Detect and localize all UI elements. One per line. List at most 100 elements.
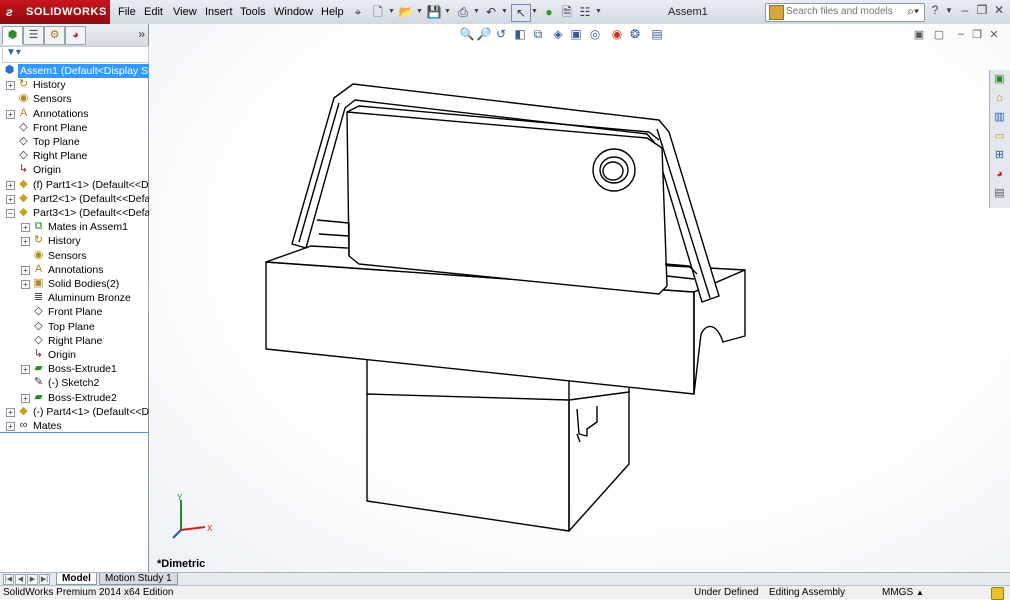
search-scope-icon[interactable] xyxy=(769,5,784,20)
units-dropdown-icon[interactable]: ▲ xyxy=(916,586,924,599)
file-explorer-icon[interactable]: ▭ xyxy=(992,129,1007,144)
new-document-icon[interactable]: 🗋 xyxy=(369,4,387,20)
file-properties-icon[interactable]: 🗎 xyxy=(558,4,576,20)
expand-icon[interactable]: + xyxy=(6,180,15,190)
select-pointer-icon[interactable]: ↖ xyxy=(511,4,531,22)
rebuild-status-icon[interactable] xyxy=(991,587,1004,600)
extrude-icon: ▰ xyxy=(34,362,43,375)
last-tab-icon[interactable]: ▶| xyxy=(39,574,50,585)
reference-triad: Y X xyxy=(172,494,213,539)
tree-item-label: Right Plane xyxy=(48,334,103,347)
expand-icon[interactable]: + xyxy=(21,280,30,289)
restore-icon[interactable]: ❐ xyxy=(975,3,989,17)
open-folder-icon[interactable]: 📂 xyxy=(397,4,415,20)
expand-icon[interactable]: + xyxy=(6,109,15,119)
expand-icon[interactable]: + xyxy=(21,223,30,233)
expand-icon[interactable]: + xyxy=(21,237,30,247)
open-dropdown-icon[interactable]: ▼ xyxy=(415,4,424,20)
expand-icon[interactable]: + xyxy=(21,265,30,275)
task-pane-tabs: ▣ ⌂ ▥ ▭ ⊞ ◕ ▤ xyxy=(989,70,1010,208)
solidworks-logo[interactable]: ƨ SOLIDWORKS xyxy=(0,0,110,24)
home-icon[interactable]: ⌂ xyxy=(992,91,1007,106)
tree-item-label: Sensors xyxy=(33,93,72,106)
expand-panel-icon[interactable]: » xyxy=(138,27,145,41)
assembly-model-view[interactable] xyxy=(149,24,1010,572)
save-dropdown-icon[interactable]: ▼ xyxy=(443,4,452,20)
tree-divider xyxy=(0,432,148,433)
menu-view[interactable]: View xyxy=(173,6,197,18)
tree-item-label: Part3<1> (Default<<Default xyxy=(33,207,162,219)
definition-status: Under Defined xyxy=(694,587,759,598)
undo-icon[interactable]: ↶ xyxy=(482,4,500,20)
feature-manager-tab-icon[interactable]: ⬢ xyxy=(2,26,23,45)
menu-edit[interactable]: Edit xyxy=(144,6,163,18)
expand-icon[interactable]: + xyxy=(6,194,15,204)
expand-icon[interactable]: + xyxy=(6,422,15,431)
filter-icon[interactable]: ▼▾ xyxy=(6,47,21,58)
options-icon[interactable]: ☷ xyxy=(576,4,594,20)
edition-text: SolidWorks Premium 2014 x64 Edition xyxy=(3,587,174,598)
tree-item-label: Top Plane xyxy=(48,320,95,333)
menu-insert[interactable]: Insert xyxy=(205,6,233,18)
editing-mode: Editing Assembly xyxy=(769,587,846,598)
assembly-icon: ⬢ xyxy=(4,64,15,76)
appearances-icon[interactable]: ◕ xyxy=(992,167,1007,182)
feature-tree: ⬢ Assem1 (Default<Display State + ↻ History ◉… xyxy=(0,64,168,432)
inner-plate xyxy=(316,105,698,295)
expand-icon[interactable]: + xyxy=(21,365,30,375)
plane-icon: ◇ xyxy=(19,135,28,147)
prev-tab-icon[interactable]: ◀ xyxy=(15,574,26,585)
search-box[interactable]: ⌕▾ xyxy=(765,3,925,22)
logo-text: SOLIDWORKS xyxy=(26,6,107,18)
view-orientation-label: *Dimetric xyxy=(157,558,206,570)
options-dropdown-icon[interactable]: ▼ xyxy=(594,4,603,20)
graphics-area[interactable]: 🔍 🔎 ↺ ◧ ⧉ ◈ ▣ ◎ ◉ ❂ ▤ ▣ ▢ – ❐ ✕ Y X *Dim… xyxy=(149,24,1010,572)
solidworks-resources-icon[interactable]: ▣ xyxy=(992,72,1007,87)
plane-icon: ◇ xyxy=(19,149,28,162)
expand-icon[interactable]: + xyxy=(6,81,15,91)
expand-icon[interactable]: + xyxy=(21,393,30,403)
close-icon[interactable]: ✕ xyxy=(992,3,1006,17)
configuration-manager-tab-icon[interactable]: ⚙ xyxy=(44,26,65,45)
minimize-icon[interactable]: – xyxy=(958,3,972,17)
print-icon[interactable]: ⎙ xyxy=(454,4,472,20)
tree-item-label: Front Plane xyxy=(33,121,88,134)
collapse-icon[interactable]: − xyxy=(6,209,15,218)
search-input[interactable] xyxy=(786,5,898,18)
tab-motion-study[interactable]: Motion Study 1 xyxy=(99,573,178,585)
help-dropdown-icon[interactable]: ▼ xyxy=(942,6,956,15)
menu-tools[interactable]: Tools xyxy=(240,6,266,18)
tree-item-label: Boss-Extrude1 xyxy=(48,363,117,376)
menu-file[interactable]: File xyxy=(118,6,136,18)
sensors-icon: ◉ xyxy=(33,248,44,261)
tab-model[interactable]: Model xyxy=(56,573,97,585)
tree-item-label: Part2<1> (Default<<Default xyxy=(33,192,162,205)
design-library-icon[interactable]: ▥ xyxy=(992,110,1007,125)
display-manager-tab-icon[interactable]: ◕ xyxy=(65,26,86,45)
tree-filter[interactable]: ▼▾ xyxy=(2,46,149,63)
custom-properties-icon[interactable]: ▤ xyxy=(992,186,1007,201)
bottom-tab-bar: |◀ ◀ ▶ ▶| Model Motion Study 1 xyxy=(0,572,1010,585)
history-icon: ↻ xyxy=(33,234,44,247)
tree-item-label: (-) Sketch2 xyxy=(48,377,100,390)
new-dropdown-icon[interactable]: ▼ xyxy=(387,4,396,20)
search-icon[interactable]: ⌕▾ xyxy=(907,4,919,19)
annotations-icon: A xyxy=(34,262,43,275)
help-question-icon[interactable]: ? xyxy=(928,3,942,17)
first-tab-icon[interactable]: |◀ xyxy=(3,574,14,585)
unit-system[interactable]: MMGS xyxy=(882,586,913,599)
menu-help[interactable]: Help xyxy=(321,6,344,18)
next-tab-icon[interactable]: ▶ xyxy=(27,574,38,585)
view-palette-icon[interactable]: ⊞ xyxy=(992,148,1007,163)
expand-icon[interactable]: + xyxy=(6,407,15,417)
rebuild-traffic-light-icon[interactable]: ● xyxy=(540,4,558,20)
save-icon[interactable]: 💾 xyxy=(425,4,443,20)
pin-icon[interactable]: ⌖ xyxy=(349,4,367,20)
tree-item-label: Assem1 (Default<Display State xyxy=(18,64,168,78)
menu-window[interactable]: Window xyxy=(274,6,313,18)
print-dropdown-icon[interactable]: ▼ xyxy=(472,4,481,20)
tree-item-label: Boss-Extrude2 xyxy=(48,391,117,404)
property-manager-tab-icon[interactable]: ☰ xyxy=(23,26,44,45)
undo-dropdown-icon[interactable]: ▼ xyxy=(500,4,509,20)
select-dropdown-icon[interactable]: ▼ xyxy=(530,4,539,20)
